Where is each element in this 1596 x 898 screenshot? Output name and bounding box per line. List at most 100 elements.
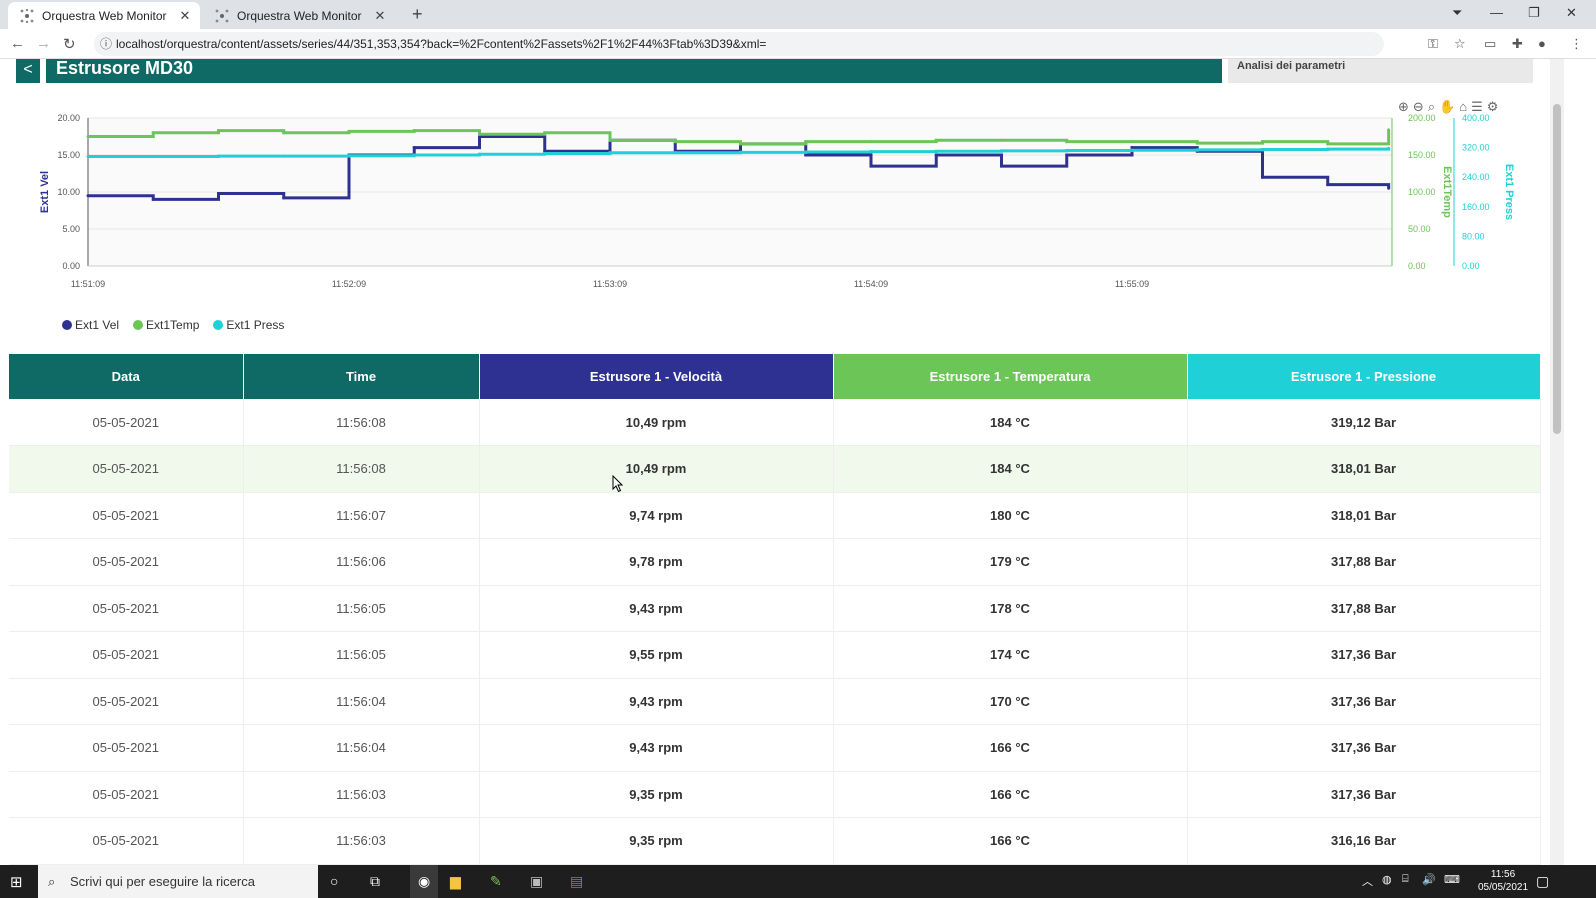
page-scrollbar[interactable] [1550,59,1564,865]
legend-item-press[interactable]: Ext1 Press [213,318,284,332]
table-row[interactable]: 05-05-2021 11:56:03 9,35 rpm 166 °C 316,16 B… [9,817,1541,865]
cell-data: 05-05-2021 [9,817,244,865]
data-point [1387,128,1391,132]
cast-icon[interactable]: ▭ [1484,36,1496,52]
data-table: Data Time Estrusore 1 - Velocità Estruso… [9,354,1541,865]
cell-temperatura: 166 °C [833,771,1188,818]
close-window-icon[interactable]: ✕ [1566,5,1577,21]
y-right2-tick-label: 0.00 [1462,261,1480,271]
table-row[interactable]: 05-05-2021 11:56:06 9,78 rpm 179 °C 317,88 B… [9,538,1541,586]
browser-tab-bar: Orquestra Web Monitor ✕ Orquestra Web Mo… [0,0,1596,29]
account-icon[interactable]: ● [1538,36,1546,51]
keyboard-icon[interactable]: ⌨ [1444,873,1460,886]
restore-icon[interactable]: ❐ [1528,5,1540,21]
cortana-icon[interactable]: ○ [330,873,338,889]
volume-icon[interactable]: 🔊 [1422,873,1436,886]
reload-icon[interactable]: ↻ [63,35,76,53]
table-row[interactable]: 05-05-2021 11:56:03 9,35 rpm 166 °C 317,36 B… [9,771,1541,818]
y-right1-tick-label: 200.00 [1408,113,1436,123]
cell-temperatura: 174 °C [833,631,1188,679]
new-tab-icon[interactable]: + [412,4,423,25]
notifications-icon[interactable]: ▢ [1536,873,1549,890]
data-point [1130,148,1134,152]
url-field[interactable]: ⓘ localhost/orquestra/content/assets/ser… [94,32,1384,56]
table-row[interactable]: 05-05-2021 11:56:04 9,43 rpm 166 °C 317,36 B… [9,724,1541,772]
forward-arrow-icon[interactable]: → [36,35,51,52]
cell-data: 05-05-2021 [9,445,244,493]
cell-temperatura: 178 °C [833,585,1188,632]
data-point [739,150,742,154]
cell-data: 05-05-2021 [9,492,244,539]
chrome-taskbar-icon[interactable]: ◉ [410,865,439,898]
data-point [478,152,481,156]
kebab-menu-icon[interactable]: ⋮ [1570,36,1583,52]
network-icon[interactable]: ⌸ [1402,873,1409,886]
table-row[interactable]: 05-05-2021 11:56:04 9,43 rpm 170 °C 317,36 B… [9,678,1541,725]
minimize-icon[interactable]: — [1490,5,1503,20]
browser-tab[interactable]: Orquestra Web Monitor ✕ [203,2,395,29]
task-view-icon[interactable]: ⧉ [370,873,380,890]
tray-chevron-icon[interactable]: ︿ [1362,873,1373,889]
close-tab-icon[interactable]: ✕ [178,8,192,24]
profile-menu-icon[interactable]: ⏷ [1452,5,1462,21]
notepad-icon[interactable]: ✎ [490,873,502,890]
legend-dot-icon [133,320,144,330]
cell-time: 11:56:03 [243,771,480,818]
data-point [1130,140,1134,144]
data-point [347,129,351,133]
key-icon[interactable]: ⚿ [1428,36,1438,52]
chart-area[interactable]: 0.00 5.00 10.00 15.00 20.00 0.00 50.00 100.00 15… [30,103,1540,353]
table-row[interactable]: 05-05-2021 11:56:07 9,74 rpm 180 °C 318,01 B… [9,492,1541,539]
data-point [1065,153,1069,157]
legend-item-temp[interactable]: Ext1Temp [133,318,199,332]
taskbar-search-box[interactable]: ⌕ Scrivi qui per eseguire la ricerca [38,865,318,898]
cell-temperatura: 166 °C [833,817,1188,865]
data-point [217,191,220,195]
header-pressione[interactable]: Estrusore 1 - Pressione [1187,354,1541,399]
data-point [1261,140,1264,144]
taskbar-clock[interactable]: 11:56 05/05/2021 [1478,868,1528,894]
tray-app-icon[interactable]: ◍ [1382,873,1392,886]
browser-tab-active[interactable]: Orquestra Web Monitor ✕ [8,2,200,29]
y-left-tick-label: 0.00 [62,261,80,271]
cell-velocita: 9,55 rpm [479,631,834,679]
cell-time: 11:56:03 [243,817,480,865]
y-left-tick-label: 15.00 [57,150,80,160]
cell-pressione: 317,36 Bar [1187,724,1541,772]
windows-start-icon[interactable]: ⊞ [10,873,23,891]
x-tick-label: 11:55:09 [1115,279,1149,289]
table-row[interactable]: 05-05-2021 11:56:08 10,49 rpm 184 °C 319,12 … [9,399,1541,446]
header-temperatura[interactable]: Estrusore 1 - Temperatura [833,354,1188,399]
legend-item-vel[interactable]: Ext1 Vel [62,318,119,332]
close-tab-icon[interactable]: ✕ [373,8,387,24]
cell-pressione: 318,01 Bar [1187,445,1541,493]
app-icon[interactable]: ▣ [530,873,543,890]
mouse-cursor-icon [612,475,624,493]
file-explorer-icon[interactable]: ▆ [450,873,461,890]
data-point [1387,146,1391,150]
header-time[interactable]: Time [243,354,480,399]
cell-data: 05-05-2021 [9,538,244,586]
back-button[interactable]: < [16,59,40,83]
data-point [86,194,90,198]
orquestra-favicon-icon [215,9,229,23]
window-app-icon[interactable]: ▤ [570,873,583,890]
side-panel-title: Analisi dei parametri [1237,60,1346,72]
cell-velocita: 9,35 rpm [479,817,834,865]
star-icon[interactable]: ☆ [1454,36,1466,52]
table-row[interactable]: 05-05-2021 11:56:05 9,55 rpm 174 °C 317,36 B… [9,631,1541,679]
y-right1-tick-label: 50.00 [1408,224,1431,234]
extensions-icon[interactable]: ✚ [1512,36,1523,52]
data-point [543,152,547,156]
header-data[interactable]: Data [9,354,244,399]
table-row[interactable]: 05-05-2021 11:56:08 10,49 rpm 184 °C 318,01 … [9,445,1541,493]
header-velocita[interactable]: Estrusore 1 - Velocità [479,354,834,399]
y-right2-tick-label: 400.00 [1462,113,1490,123]
scrollbar-thumb[interactable] [1553,104,1561,434]
back-arrow-icon[interactable]: ← [10,35,25,52]
table-row[interactable]: 05-05-2021 11:56:05 9,43 rpm 178 °C 317,88 B… [9,585,1541,632]
info-icon[interactable]: ⓘ [100,32,112,56]
y-right1-tick-label: 100.00 [1408,187,1436,197]
data-point [804,153,808,157]
cell-data: 05-05-2021 [9,631,244,679]
